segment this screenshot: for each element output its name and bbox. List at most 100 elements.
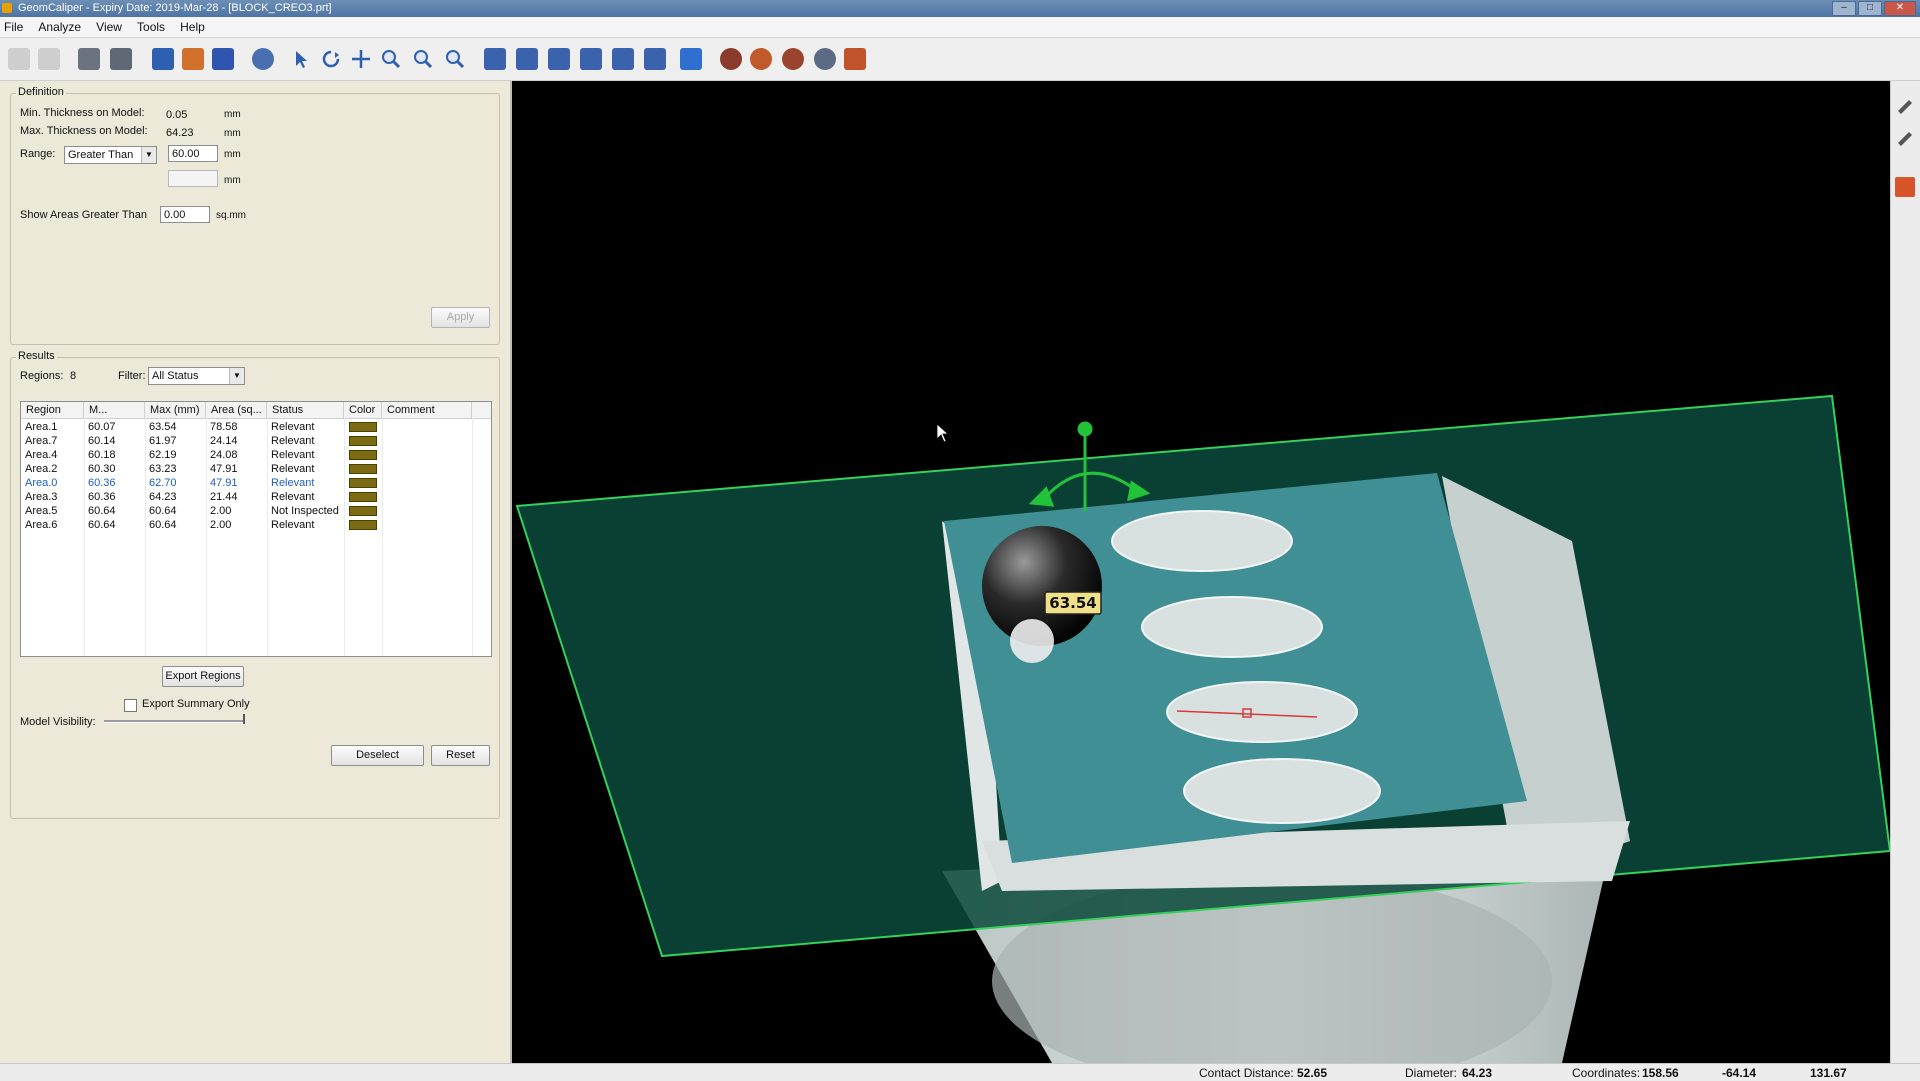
coord-x: 158.56 (1642, 1066, 1679, 1080)
app-icon (2, 3, 12, 13)
cell-min: 60.18 (88, 449, 116, 461)
thickness-icon[interactable] (152, 48, 174, 70)
rotate-icon[interactable] (320, 48, 342, 70)
color-swatch[interactable] (349, 520, 377, 530)
view-front-icon[interactable] (484, 48, 506, 70)
color-swatch[interactable] (349, 492, 377, 502)
color-swatch[interactable] (349, 450, 377, 460)
menu-tools[interactable]: Tools (131, 17, 171, 37)
section-icon[interactable] (782, 48, 804, 70)
view-bottom-icon[interactable] (580, 48, 602, 70)
view-top-icon[interactable] (548, 48, 570, 70)
table-row[interactable]: Area.4 60.18 62.19 24.08 Relevant (21, 448, 491, 462)
cell-region: Area.3 (25, 491, 58, 503)
menu-analyze[interactable]: Analyze (32, 17, 87, 37)
col-status[interactable]: Status (267, 402, 344, 418)
filter-select[interactable]: All Status ▼ (148, 367, 245, 385)
view-right-icon[interactable] (644, 48, 666, 70)
color-swatch[interactable] (349, 478, 377, 488)
probe-tool-icon[interactable] (1895, 177, 1915, 197)
pick-tool-icon[interactable] (1895, 95, 1915, 115)
coordinates-label: Coordinates: (1572, 1066, 1641, 1080)
table-row[interactable]: Area.0 60.36 62.70 47.91 Relevant (21, 476, 491, 490)
cell-region: Area.6 (25, 519, 58, 531)
menu-file[interactable]: File (0, 17, 29, 37)
zoom-icon[interactable] (380, 48, 402, 70)
maximize-button[interactable]: □ (1858, 1, 1882, 16)
window-title: GeomCaliper - Expiry Date: 2019-Mar-28 -… (18, 2, 332, 14)
color-swatch[interactable] (349, 506, 377, 516)
save-as-icon[interactable] (110, 48, 132, 70)
cell-min: 60.36 (88, 477, 116, 489)
export-summary-checkbox[interactable] (124, 699, 137, 712)
cell-min: 60.36 (88, 491, 116, 503)
close-button[interactable]: ✕ (1884, 1, 1916, 16)
analysis-icon[interactable] (182, 48, 204, 70)
show-areas-label: Show Areas Greater Than (20, 209, 147, 221)
select-icon[interactable] (290, 48, 312, 70)
probe-label: 63.54 (1049, 594, 1096, 612)
cell-region: Area.7 (25, 435, 58, 447)
color-swatch[interactable] (349, 464, 377, 474)
table-row[interactable]: Area.1 60.07 63.54 78.58 Relevant (21, 420, 491, 434)
view-iso-icon[interactable] (680, 48, 702, 70)
col-comment[interactable]: Comment (382, 402, 472, 418)
col-color[interactable]: Color (344, 402, 382, 418)
zoom-window-icon[interactable] (412, 48, 434, 70)
table-row[interactable]: Area.3 60.36 64.23 21.44 Relevant (21, 490, 491, 504)
deselect-button[interactable]: Deselect (331, 745, 424, 766)
model-scene[interactable]: 63.54 (512, 81, 1890, 1063)
col-region[interactable]: Region (21, 402, 84, 418)
col-min[interactable]: M... (84, 402, 145, 418)
render-icon[interactable] (750, 48, 772, 70)
table-row[interactable]: Area.5 60.64 60.64 2.00 Not Inspected (21, 504, 491, 518)
cell-region: Area.0 (25, 477, 58, 489)
save-icon[interactable] (78, 48, 100, 70)
new-file-icon[interactable] (8, 48, 30, 70)
col-max[interactable]: Max (mm) (145, 402, 206, 418)
menu-view[interactable]: View (90, 17, 128, 37)
cell-area: 24.14 (210, 435, 238, 447)
contact-distance-label: Contact Distance: (1199, 1066, 1294, 1080)
regions-count: 8 (70, 370, 77, 382)
table-row[interactable]: Area.2 60.30 63.23 47.91 Relevant (21, 462, 491, 476)
range-mode-select[interactable]: Greater Than ▼ (64, 146, 157, 164)
open-file-icon[interactable] (38, 48, 60, 70)
3d-viewport[interactable]: 63.54 (512, 81, 1890, 1063)
pan-icon[interactable] (350, 48, 372, 70)
settings-icon[interactable] (844, 48, 866, 70)
view-back-icon[interactable] (516, 48, 538, 70)
model-icon[interactable] (252, 48, 274, 70)
cell-status: Relevant (271, 519, 315, 531)
cell-status: Relevant (271, 477, 315, 489)
color-swatch[interactable] (349, 436, 377, 446)
table-row[interactable]: Area.6 60.64 60.64 2.00 Relevant (21, 518, 491, 532)
visibility-icon[interactable] (814, 48, 836, 70)
export-regions-button[interactable]: Export Regions (162, 666, 244, 687)
table-row[interactable]: Area.7 60.14 61.97 24.14 Relevant (21, 434, 491, 448)
col-area[interactable]: Area (sq... (206, 402, 267, 418)
coord-z: 131.67 (1810, 1066, 1847, 1080)
measure-tool-icon[interactable] (1895, 127, 1915, 147)
cell-area: 47.91 (210, 477, 238, 489)
cell-max: 62.19 (149, 449, 177, 461)
reset-button[interactable]: Reset (431, 745, 490, 766)
apply-button[interactable]: Apply (431, 307, 490, 328)
cell-area: 21.44 (210, 491, 238, 503)
cell-max: 61.97 (149, 435, 177, 447)
show-areas-input[interactable]: 0.00 (160, 206, 210, 223)
chevron-down-icon: ▼ (229, 368, 244, 384)
view-left-icon[interactable] (612, 48, 634, 70)
zoom-fit-icon[interactable] (444, 48, 466, 70)
color-swatch[interactable] (349, 422, 377, 432)
regions-label: Regions: (20, 370, 64, 382)
slider-thumb[interactable] (243, 714, 245, 724)
range-value-input[interactable]: 60.00 (168, 145, 218, 162)
shading-icon[interactable] (720, 48, 742, 70)
cell-min: 60.07 (88, 421, 116, 433)
minimize-button[interactable]: – (1832, 1, 1856, 16)
report-icon[interactable] (212, 48, 234, 70)
range-second-input[interactable] (168, 170, 218, 187)
menu-help[interactable]: Help (174, 17, 211, 37)
model-visibility-slider[interactable] (104, 720, 244, 723)
